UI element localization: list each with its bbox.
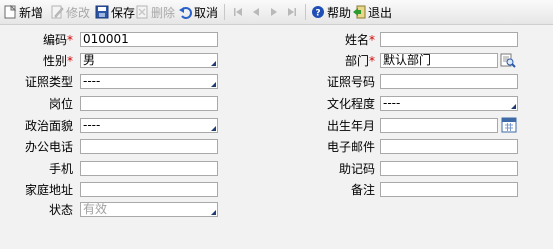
- save-button[interactable]: 保存: [95, 3, 135, 21]
- edit-icon: [50, 5, 64, 19]
- exit-button[interactable]: 退出: [352, 3, 392, 21]
- previous-record-button[interactable]: [249, 3, 263, 21]
- save-icon: [95, 5, 109, 19]
- gender-select[interactable]: 男: [80, 53, 218, 68]
- delete-icon: [135, 5, 149, 19]
- new-label: 新增: [19, 5, 44, 20]
- email-input[interactable]: [380, 139, 518, 154]
- toolbar-separator: [305, 4, 306, 20]
- undo-icon: [178, 5, 192, 19]
- delete-button[interactable]: 删除: [135, 3, 175, 21]
- name-label: 姓名*: [344, 33, 375, 47]
- home-address-label: 家庭地址: [24, 183, 73, 197]
- department-lookup-icon[interactable]: [500, 52, 516, 68]
- id-number-label: 证照号码: [326, 75, 375, 89]
- first-record-button[interactable]: [231, 3, 245, 21]
- birth-date-input[interactable]: [380, 118, 498, 133]
- exit-icon: [352, 5, 366, 19]
- next-icon: [267, 5, 281, 19]
- department-input[interactable]: 默认部门: [380, 53, 498, 68]
- department-label: 部门*: [344, 54, 375, 68]
- save-label: 保存: [111, 5, 136, 20]
- edit-button[interactable]: 修改: [50, 3, 90, 21]
- code-label: 编码*: [42, 33, 73, 47]
- position-label: 岗位: [48, 97, 73, 111]
- mnemonic-code-input[interactable]: [380, 161, 518, 176]
- mobile-label: 手机: [48, 162, 73, 176]
- cancel-button[interactable]: 取消: [178, 3, 218, 21]
- previous-icon: [249, 5, 263, 19]
- delete-label: 删除: [151, 5, 176, 20]
- position-input[interactable]: [80, 96, 218, 111]
- next-record-button[interactable]: [267, 3, 281, 21]
- remark-input[interactable]: [380, 182, 518, 197]
- help-icon: ?: [311, 5, 325, 19]
- name-input[interactable]: [380, 32, 518, 47]
- gender-label: 性别*: [42, 54, 73, 68]
- email-label: 电子邮件: [326, 140, 375, 154]
- id-number-input[interactable]: [380, 74, 518, 89]
- help-button[interactable]: ? 帮助: [311, 3, 351, 21]
- birth-date-label: 出生年月: [326, 119, 375, 133]
- education-select[interactable]: ----: [380, 96, 518, 111]
- svg-text:?: ?: [315, 9, 320, 19]
- home-address-input[interactable]: [80, 182, 218, 197]
- toolbar: 新增 修改 保存 删除 取消 ? 帮助 退出: [0, 0, 553, 25]
- status-label: 状态: [48, 203, 73, 217]
- id-type-label: 证照类型: [24, 75, 73, 89]
- calendar-icon[interactable]: [501, 117, 517, 133]
- cancel-label: 取消: [194, 5, 219, 20]
- education-label: 文化程度: [326, 97, 375, 111]
- toolbar-separator: [224, 4, 225, 20]
- remark-label: 备注: [350, 183, 375, 197]
- status-select[interactable]: 有效: [80, 202, 218, 217]
- help-label: 帮助: [327, 5, 352, 20]
- office-phone-label: 办公电话: [24, 140, 73, 154]
- political-status-select[interactable]: ----: [80, 118, 218, 133]
- last-record-button[interactable]: [285, 3, 299, 21]
- new-button[interactable]: 新增: [3, 3, 43, 21]
- first-icon: [231, 5, 245, 19]
- mnemonic-code-label: 助记码: [338, 162, 375, 176]
- last-icon: [285, 5, 299, 19]
- new-document-icon: [3, 4, 17, 19]
- id-type-select[interactable]: ----: [80, 74, 218, 89]
- code-input[interactable]: 010001: [80, 32, 218, 47]
- exit-label: 退出: [368, 5, 393, 20]
- political-status-label: 政治面貌: [24, 119, 73, 133]
- mobile-input[interactable]: [80, 161, 218, 176]
- edit-label: 修改: [66, 5, 91, 20]
- office-phone-input[interactable]: [80, 139, 218, 154]
